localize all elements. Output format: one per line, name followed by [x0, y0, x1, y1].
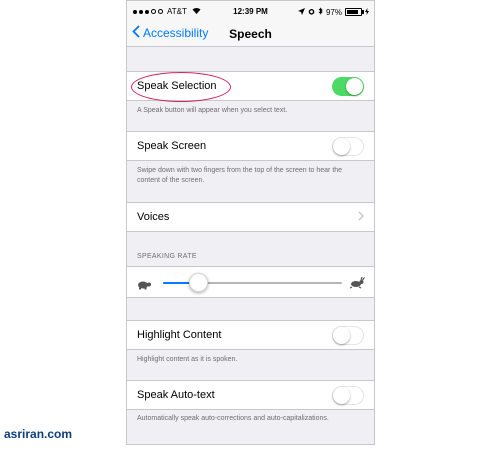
watermark-text: asriran.com — [4, 427, 73, 441]
status-right: 97% — [297, 7, 369, 17]
location-icon — [297, 7, 305, 17]
speak-selection-footer: A Speak button will appear when you sele… — [137, 107, 288, 114]
speak-auto-text-row: Speak Auto-text — [127, 380, 374, 410]
battery-percent: 97% — [325, 7, 342, 17]
highlight-content-footer: Highlight content as it is spoken. — [137, 356, 238, 363]
status-bar: AT&T 12:39 PM 97% — [127, 1, 374, 21]
battery-fill — [347, 10, 358, 14]
speak-selection-row: Speak Selection — [127, 71, 374, 101]
phone-screen: AT&T 12:39 PM 97% Accessibility Speech S… — [126, 0, 375, 445]
battery-icon — [345, 8, 364, 16]
toggle-knob — [333, 327, 350, 344]
speak-screen-toggle[interactable] — [332, 137, 364, 156]
voices-label: Voices — [137, 211, 170, 223]
hare-icon — [349, 276, 365, 294]
bluetooth-icon — [318, 7, 323, 17]
highlight-content-row: Highlight Content — [127, 320, 374, 350]
turtle-icon — [136, 277, 152, 295]
alarm-icon — [308, 8, 315, 17]
navigation-bar: Accessibility Speech — [127, 21, 374, 47]
speak-screen-row: Speak Screen — [127, 131, 374, 161]
chevron-right-icon — [358, 210, 365, 224]
toggle-knob — [333, 138, 350, 155]
back-button[interactable]: Accessibility — [132, 25, 208, 41]
highlight-content-label: Highlight Content — [137, 329, 222, 341]
toggle-knob — [333, 387, 350, 404]
speak-selection-label: Speak Selection — [137, 80, 217, 92]
chevron-left-icon — [132, 25, 140, 41]
slider-thumb[interactable] — [189, 273, 209, 292]
charging-icon — [365, 7, 369, 17]
highlight-content-toggle[interactable] — [332, 326, 364, 345]
speak-selection-toggle[interactable] — [332, 77, 364, 96]
speak-screen-label: Speak Screen — [137, 140, 207, 152]
speak-auto-text-footer: Automatically speak auto-corrections and… — [137, 415, 329, 422]
speak-auto-text-label: Speak Auto-text — [137, 389, 215, 401]
voices-row[interactable]: Voices — [127, 202, 374, 232]
speak-screen-footer: Swipe down with two fingers from the top… — [137, 167, 343, 184]
speaking-rate-slider[interactable] — [163, 273, 342, 292]
speaking-rate-header: SPEAKING RATE — [137, 253, 197, 260]
speaking-rate-row — [127, 266, 374, 298]
back-label: Accessibility — [143, 26, 209, 40]
toggle-knob — [346, 78, 363, 95]
speak-auto-text-toggle[interactable] — [332, 386, 364, 405]
